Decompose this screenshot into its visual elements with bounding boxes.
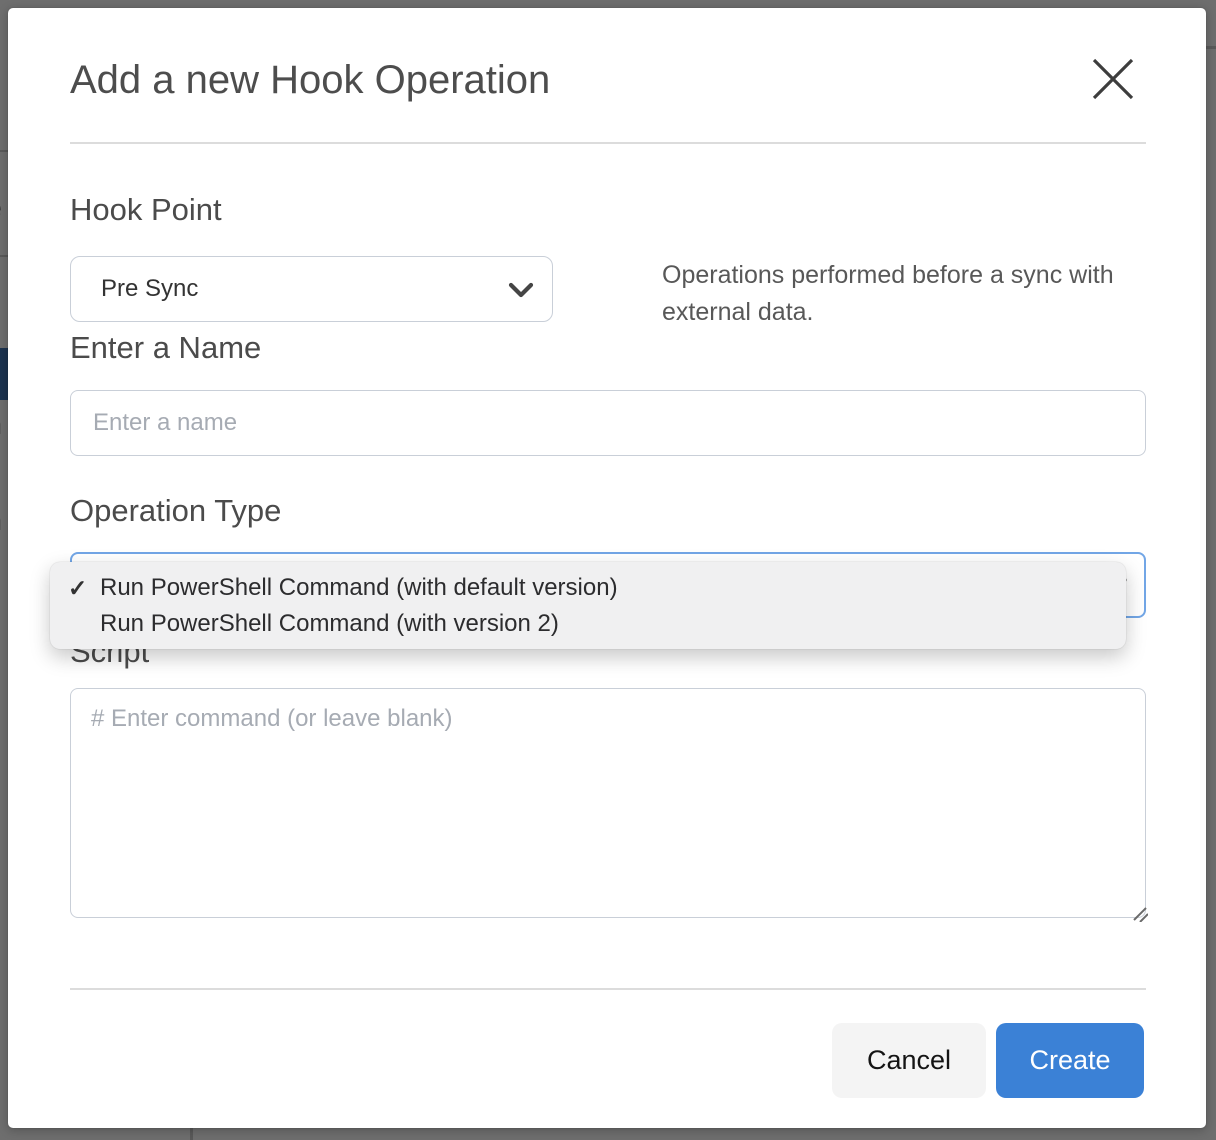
close-button[interactable]	[1085, 51, 1141, 107]
cancel-button[interactable]: Cancel	[832, 1023, 986, 1098]
check-icon: ✓	[68, 570, 96, 606]
header-divider	[70, 142, 1146, 144]
backdrop-line	[190, 1128, 193, 1140]
backdrop-text-fragment: e	[0, 195, 2, 222]
backdrop-right-strip	[1206, 0, 1216, 1140]
create-button[interactable]: Create	[996, 1023, 1144, 1098]
backdrop-line	[0, 150, 8, 152]
close-icon	[1085, 51, 1141, 107]
dropdown-option-label: Run PowerShell Command (with default ver…	[100, 574, 618, 601]
backdrop-text-fragment: n	[0, 508, 2, 535]
modal-title: Add a new Hook Operation	[70, 56, 550, 104]
resize-handle-icon[interactable]	[1124, 898, 1148, 922]
hook-point-help-text: Operations performed before a sync with …	[662, 257, 1142, 331]
chevron-down-icon	[508, 281, 534, 299]
name-input[interactable]	[70, 390, 1146, 456]
script-textarea[interactable]	[70, 688, 1146, 918]
name-label: Enter a Name	[70, 330, 261, 366]
backdrop-line	[0, 255, 8, 257]
operation-type-label: Operation Type	[70, 493, 281, 529]
backdrop-line	[1206, 46, 1216, 49]
dropdown-option-label: Run PowerShell Command (with version 2)	[100, 610, 559, 637]
backdrop-left-strip: e n n	[0, 0, 8, 1140]
add-hook-operation-modal: Add a new Hook Operation Hook Point Pre …	[8, 8, 1206, 1128]
backdrop-text-fragment: n	[0, 412, 2, 439]
footer-divider	[70, 988, 1146, 990]
hook-point-selected-value: Pre Sync	[71, 275, 198, 303]
hook-point-select[interactable]: Pre Sync	[70, 256, 553, 322]
hook-point-label: Hook Point	[70, 192, 222, 228]
dropdown-option-default-version[interactable]: ✓ Run PowerShell Command (with default v…	[50, 570, 1126, 606]
backdrop-navy-block	[0, 348, 8, 400]
dropdown-option-version-2[interactable]: Run PowerShell Command (with version 2)	[50, 606, 1126, 642]
operation-type-dropdown-menu: ✓ Run PowerShell Command (with default v…	[50, 562, 1126, 649]
